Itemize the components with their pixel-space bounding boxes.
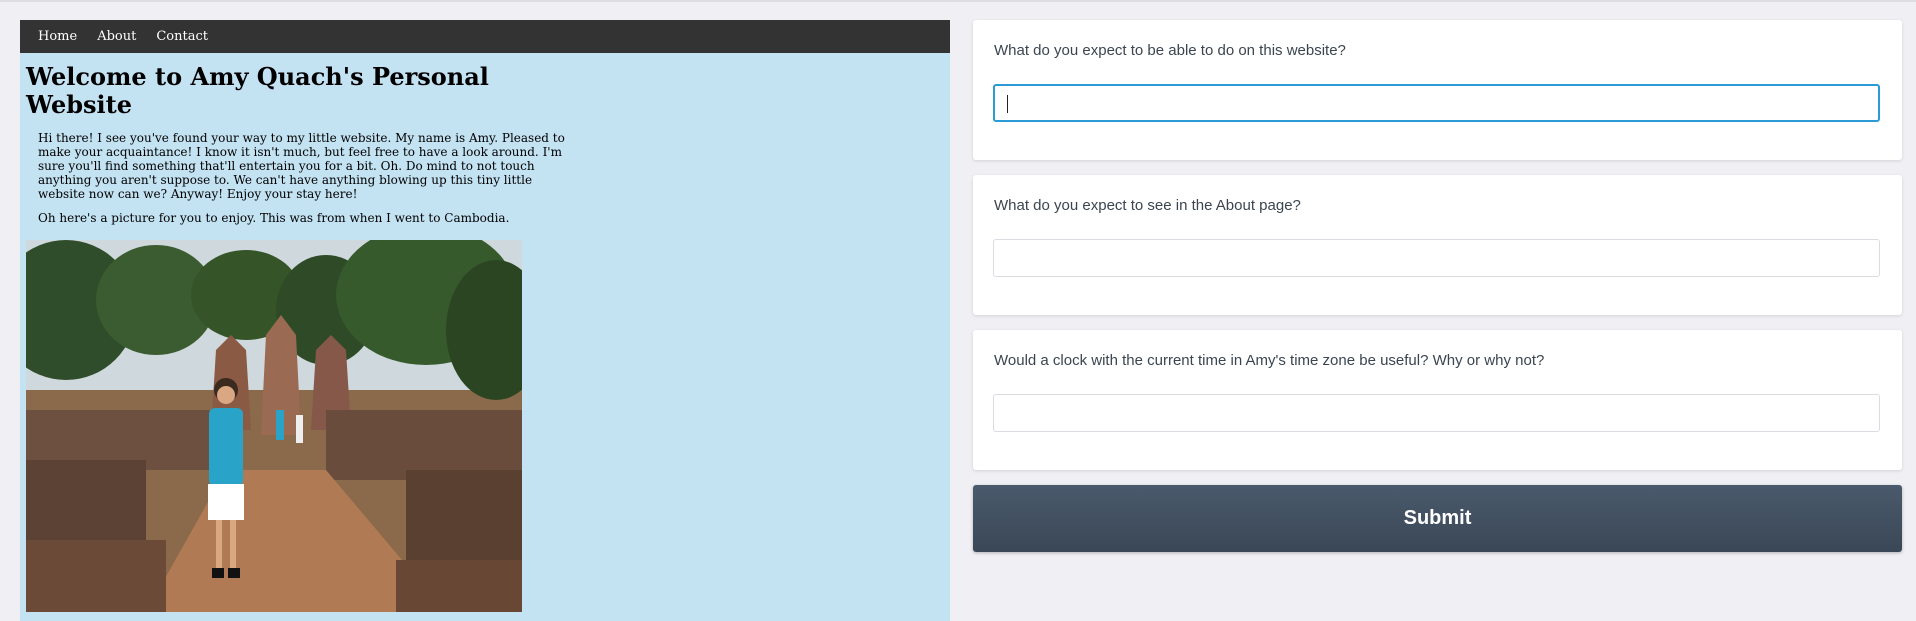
question-card-1: What do you expect to be able to do on t… — [973, 20, 1902, 160]
question-card-2: What do you expect to see in the About p… — [973, 175, 1902, 315]
top-border — [0, 0, 1916, 2]
nav-link-about[interactable]: About — [87, 20, 146, 53]
question-label-1: What do you expect to be able to do on t… — [994, 42, 1346, 59]
question-label-2: What do you expect to see in the About p… — [994, 197, 1301, 214]
site-intro: Hi there! I see you've found your way to… — [38, 131, 565, 201]
nav-link-contact[interactable]: Contact — [146, 20, 218, 53]
photo-caption: Oh here's a picture for you to enjoy. Th… — [38, 211, 510, 225]
question-label-3: Would a clock with the current time in A… — [994, 352, 1545, 369]
question-card-3: Would a clock with the current time in A… — [973, 330, 1902, 470]
answer-input-3[interactable] — [993, 394, 1880, 432]
submit-button[interactable]: Submit — [973, 485, 1902, 552]
site-nav: Home About Contact — [20, 20, 950, 53]
site-title: Welcome to Amy Quach's Personal Website — [26, 62, 489, 119]
website-preview: Home About Contact Welcome to Amy Quach'… — [20, 20, 950, 621]
answer-input-2[interactable] — [993, 239, 1880, 277]
answer-input-1[interactable] — [993, 84, 1880, 122]
text-caret — [1007, 95, 1008, 113]
nav-link-home[interactable]: Home — [28, 20, 87, 53]
cambodia-photo — [26, 240, 522, 612]
